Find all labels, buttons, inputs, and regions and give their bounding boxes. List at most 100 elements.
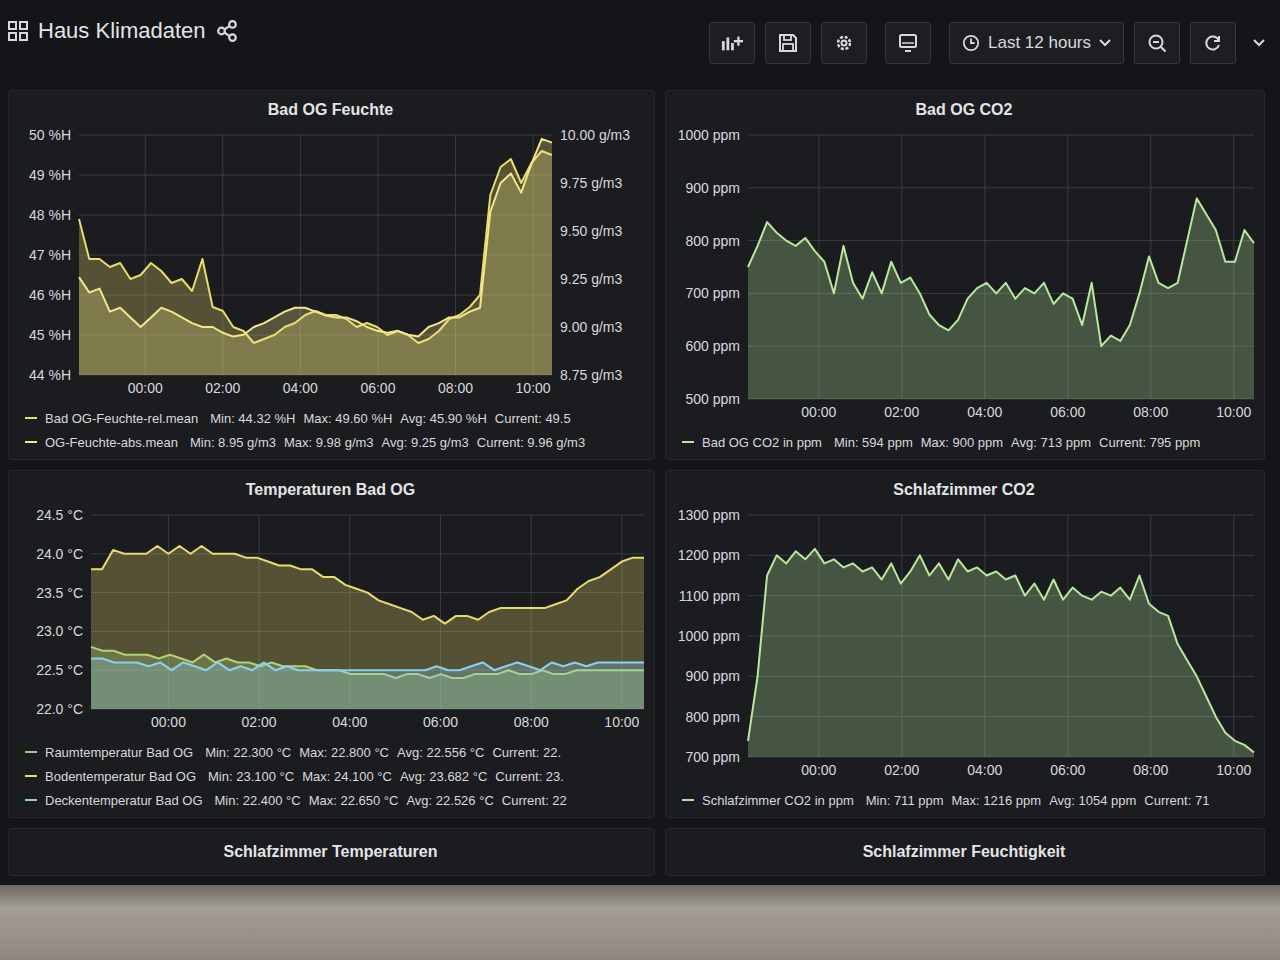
x-tick-label: 04:00 xyxy=(332,714,367,730)
x-tick-label: 02:00 xyxy=(205,380,240,396)
legend-stat: Current: 23. xyxy=(495,769,564,784)
gridline xyxy=(79,255,552,256)
plot-area[interactable] xyxy=(748,515,1254,757)
dashboard-grid-icon[interactable] xyxy=(8,21,28,41)
legend-stat: Max: 900 ppm xyxy=(921,435,1003,450)
y-tick-label: 49 %H xyxy=(29,167,71,183)
y-tick-label: 22.5 °C xyxy=(36,662,83,678)
legend-stat: Max: 24.100 °C xyxy=(302,769,392,784)
legend-item[interactable]: Bodentemperatur Bad OGMin: 23.100 °CMax:… xyxy=(25,767,644,785)
y-tick-label: 500 ppm xyxy=(686,391,740,407)
x-tick-label: 06:00 xyxy=(1050,762,1085,778)
gridline xyxy=(91,515,644,516)
dashboard-title[interactable]: Haus Klimadaten xyxy=(38,18,206,44)
plot-svg xyxy=(748,515,1254,757)
legend-name: Schlafzimmer CO2 in ppm xyxy=(702,793,854,808)
panel-title[interactable]: Schlafzimmer Temperaturen xyxy=(17,839,644,869)
plot-svg xyxy=(79,135,552,375)
legend-stat: Max: 22.650 °C xyxy=(309,793,399,808)
x-tick-label: 06:00 xyxy=(423,714,458,730)
series-line[interactable] xyxy=(91,659,644,671)
y-tick-label: 8.75 g/m3 xyxy=(560,367,622,383)
legend-item[interactable]: Bad OG-Feuchte-rel.meanMin: 44.32 %HMax:… xyxy=(25,409,644,427)
y-tick-label: 800 ppm xyxy=(686,233,740,249)
x-tick-label: 10:00 xyxy=(604,714,639,730)
legend-item[interactable]: Raumtemperatur Bad OG Min: 22.300 °C Max: … xyxy=(25,743,644,761)
series-area xyxy=(748,549,1254,757)
graph-panel: Schlafzimmer CO21300 ppm1200 ppm1100 ppm… xyxy=(665,470,1265,818)
legend-swatch xyxy=(25,441,37,443)
panel-title[interactable]: Schlafzimmer Feuchtigkeit xyxy=(674,839,1254,869)
series-area xyxy=(79,139,552,375)
panel-title[interactable]: Temperaturen Bad OG xyxy=(17,477,644,507)
zoom-out-button[interactable] xyxy=(1134,22,1180,64)
legend-swatch xyxy=(682,799,694,801)
legend-stat: Min: 22.300 °C xyxy=(205,745,291,760)
x-axis: 00:0002:0004:0006:0008:0010:00 xyxy=(91,709,644,733)
series-line[interactable] xyxy=(748,198,1254,346)
series xyxy=(91,546,644,709)
gridline xyxy=(748,555,1254,556)
x-axis: 00:0002:0004:0006:0008:0010:00 xyxy=(748,399,1254,423)
time-range-picker[interactable]: Last 12 hours xyxy=(949,22,1124,64)
legend-stat: Avg: 23.682 °C xyxy=(400,769,487,784)
panel-title[interactable]: Schlafzimmer CO2 xyxy=(674,477,1254,507)
x-tick-label: 02:00 xyxy=(884,762,919,778)
legend-stat: Min: 44.32 %H xyxy=(210,411,295,426)
legend-item[interactable]: Deckentemperatur Bad OGMin: 22.400 °CMax… xyxy=(25,791,644,809)
x-tick-label: 10:00 xyxy=(516,380,551,396)
panel-grid: Bad OG Feuchte50 %H49 %H48 %H47 %H46 %H4… xyxy=(0,86,1280,876)
settings-button[interactable] xyxy=(821,22,867,64)
y-tick-label: 1000 ppm xyxy=(678,628,740,644)
legend-item[interactable]: OG-Feuchte-abs.meanMin: 8.95 g/m3Max: 9.… xyxy=(25,433,644,451)
legend-stat: Max: 22.800 °C xyxy=(299,745,389,760)
screen: Haus Klimadaten Last 12 hours Bad OG Feuch… xyxy=(0,0,1280,960)
legend-stat: Current: 9.96 g/m3 xyxy=(477,435,585,450)
series-line[interactable] xyxy=(91,546,644,624)
legend-stat: Current: 22. xyxy=(492,745,561,760)
y-tick-label: 800 ppm xyxy=(686,709,740,725)
panel-title[interactable]: Bad OG CO2 xyxy=(674,97,1254,127)
plot-area[interactable] xyxy=(79,135,552,375)
legend-name: OG-Feuchte-abs.mean xyxy=(45,435,178,450)
gridline xyxy=(1233,515,1234,757)
y-tick-label: 23.5 °C xyxy=(36,585,83,601)
graph-panel: Bad OG CO21000 ppm900 ppm800 ppm700 ppm6… xyxy=(665,90,1265,460)
save-button[interactable] xyxy=(765,22,811,64)
legend-stat: Current: 71 xyxy=(1144,793,1209,808)
tv-monitor-icon xyxy=(897,33,919,53)
legend-stat: Min: 23.100 °C xyxy=(208,769,294,784)
series-line[interactable] xyxy=(79,139,552,337)
plot-area[interactable] xyxy=(91,515,644,709)
x-tick-label: 00:00 xyxy=(151,714,186,730)
gridline xyxy=(748,240,1254,241)
legend-stat: Avg: 713 ppm xyxy=(1011,435,1091,450)
legend-item[interactable]: Bad OG CO2 in ppmMin: 594 ppmMax: 900 pp… xyxy=(682,433,1254,451)
plot-area[interactable] xyxy=(748,135,1254,399)
series-area xyxy=(91,659,644,709)
add-panel-button[interactable] xyxy=(709,22,755,64)
zoom-out-icon xyxy=(1146,33,1168,53)
y-tick-label: 9.75 g/m3 xyxy=(560,175,622,191)
x-tick-label: 10:00 xyxy=(1216,404,1251,420)
gridline xyxy=(79,175,552,176)
panel-title[interactable]: Bad OG Feuchte xyxy=(17,97,644,127)
series-line[interactable] xyxy=(748,549,1254,753)
chevron-down-icon xyxy=(1253,39,1265,47)
time-range-label: Last 12 hours xyxy=(988,33,1091,53)
y-tick-label: 1200 ppm xyxy=(678,547,740,563)
refresh-interval-button[interactable] xyxy=(1246,22,1272,64)
tv-mode-button[interactable] xyxy=(885,22,931,64)
legend-stat: Max: 49.60 %H xyxy=(303,411,392,426)
legend-item[interactable]: Schlafzimmer CO2 in ppmMin: 711 ppmMax: … xyxy=(682,791,1254,809)
refresh-button[interactable] xyxy=(1190,22,1236,64)
legend-stat: Current: 22 xyxy=(502,793,567,808)
y-tick-label: 700 ppm xyxy=(686,285,740,301)
series-area xyxy=(748,198,1254,399)
y-axis: 24.5 °C24.0 °C23.5 °C23.0 °C22.5 °C22.0 … xyxy=(17,515,91,709)
legend-name: Raumtemperatur Bad OG xyxy=(45,745,193,760)
share-icon[interactable] xyxy=(216,20,238,42)
legend-stat: Avg: 1054 ppm xyxy=(1049,793,1136,808)
legend-swatch xyxy=(25,751,37,753)
x-tick-label: 04:00 xyxy=(967,762,1002,778)
